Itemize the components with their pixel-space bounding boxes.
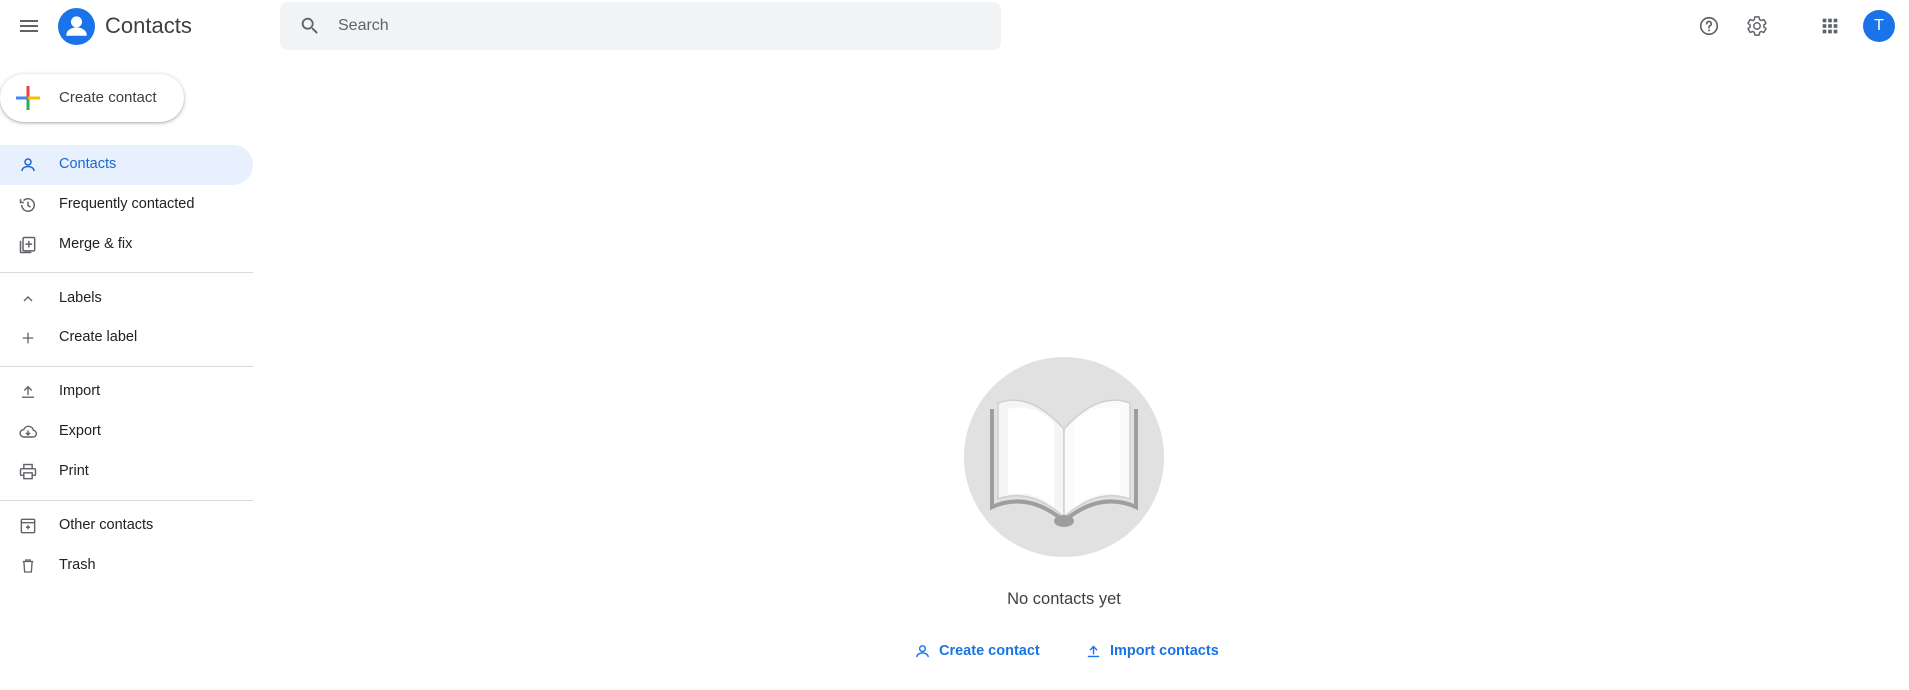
create-contact-link[interactable]: Create contact bbox=[912, 638, 1040, 664]
sidebar-item-label: Other contacts bbox=[59, 517, 154, 533]
main-menu-button[interactable] bbox=[13, 10, 45, 42]
sidebar-item-label: Frequently contacted bbox=[59, 196, 195, 212]
top-bar: Contacts T bbox=[0, 0, 1909, 52]
cloud-download-icon bbox=[18, 422, 38, 442]
sidebar-item-contacts[interactable]: Contacts bbox=[0, 145, 253, 185]
sidebar-item-label: Trash bbox=[59, 557, 96, 573]
app-title: Contacts bbox=[105, 13, 192, 38]
colorful-plus-icon bbox=[15, 85, 41, 111]
sidebar-item-merge-fix[interactable]: Merge & fix bbox=[0, 225, 253, 265]
sidebar-item-frequently-contacted[interactable]: Frequently contacted bbox=[0, 185, 253, 225]
plus-icon bbox=[18, 328, 38, 348]
help-icon bbox=[1698, 15, 1720, 37]
sidebar-item-create-label[interactable]: Create label bbox=[0, 318, 253, 358]
sidebar-item-label: Labels bbox=[59, 290, 102, 306]
chevron-up-icon bbox=[18, 289, 38, 309]
person-icon bbox=[18, 155, 38, 175]
search-bar[interactable] bbox=[280, 2, 1001, 50]
sidebar-item-import[interactable]: Import bbox=[0, 372, 253, 412]
menu-icon bbox=[17, 14, 41, 38]
upload-icon bbox=[18, 382, 38, 402]
person-icon bbox=[912, 641, 932, 661]
sidebar-item-label: Merge & fix bbox=[59, 236, 133, 252]
account-avatar[interactable]: T bbox=[1863, 10, 1895, 42]
sidebar-item-label: Create label bbox=[59, 329, 138, 345]
sidebar-item-other-contacts[interactable]: Other contacts bbox=[0, 506, 253, 546]
print-icon bbox=[18, 462, 38, 482]
apps-button[interactable] bbox=[1814, 10, 1846, 42]
history-icon bbox=[18, 195, 38, 215]
trash-icon bbox=[18, 556, 38, 576]
gear-icon bbox=[1746, 15, 1768, 37]
help-button[interactable] bbox=[1693, 10, 1725, 42]
create-contact-button[interactable]: Create contact bbox=[0, 74, 184, 122]
sidebar-item-trash[interactable]: Trash bbox=[0, 546, 253, 586]
upload-icon bbox=[1083, 641, 1103, 661]
create-contact-label: Create contact bbox=[59, 89, 157, 106]
sidebar-item-labels[interactable]: Labels bbox=[0, 279, 253, 319]
search-icon[interactable] bbox=[298, 14, 322, 38]
sidebar-item-label: Print bbox=[59, 463, 89, 479]
sidebar-divider bbox=[0, 366, 253, 367]
apps-icon bbox=[1819, 15, 1841, 37]
sidebar-item-label: Import bbox=[59, 383, 101, 399]
search-input[interactable] bbox=[338, 2, 978, 50]
merge-icon bbox=[18, 235, 38, 255]
settings-button[interactable] bbox=[1741, 10, 1773, 42]
sidebar-item-print[interactable]: Print bbox=[0, 452, 253, 492]
empty-book-illustration bbox=[964, 357, 1164, 557]
empty-state-message: No contacts yet bbox=[1007, 590, 1121, 608]
archive-icon bbox=[18, 516, 38, 536]
sidebar-divider bbox=[0, 272, 253, 273]
sidebar-item-export[interactable]: Export bbox=[0, 412, 253, 452]
sidebar-item-label: Export bbox=[59, 423, 101, 439]
sidebar-item-label: Contacts bbox=[59, 156, 117, 172]
import-contacts-link[interactable]: Import contacts bbox=[1083, 638, 1219, 664]
contacts-logo-icon[interactable] bbox=[58, 8, 95, 45]
import-contacts-link-label: Import contacts bbox=[1110, 643, 1219, 659]
create-contact-link-label: Create contact bbox=[939, 643, 1040, 659]
sidebar-divider bbox=[0, 500, 253, 501]
